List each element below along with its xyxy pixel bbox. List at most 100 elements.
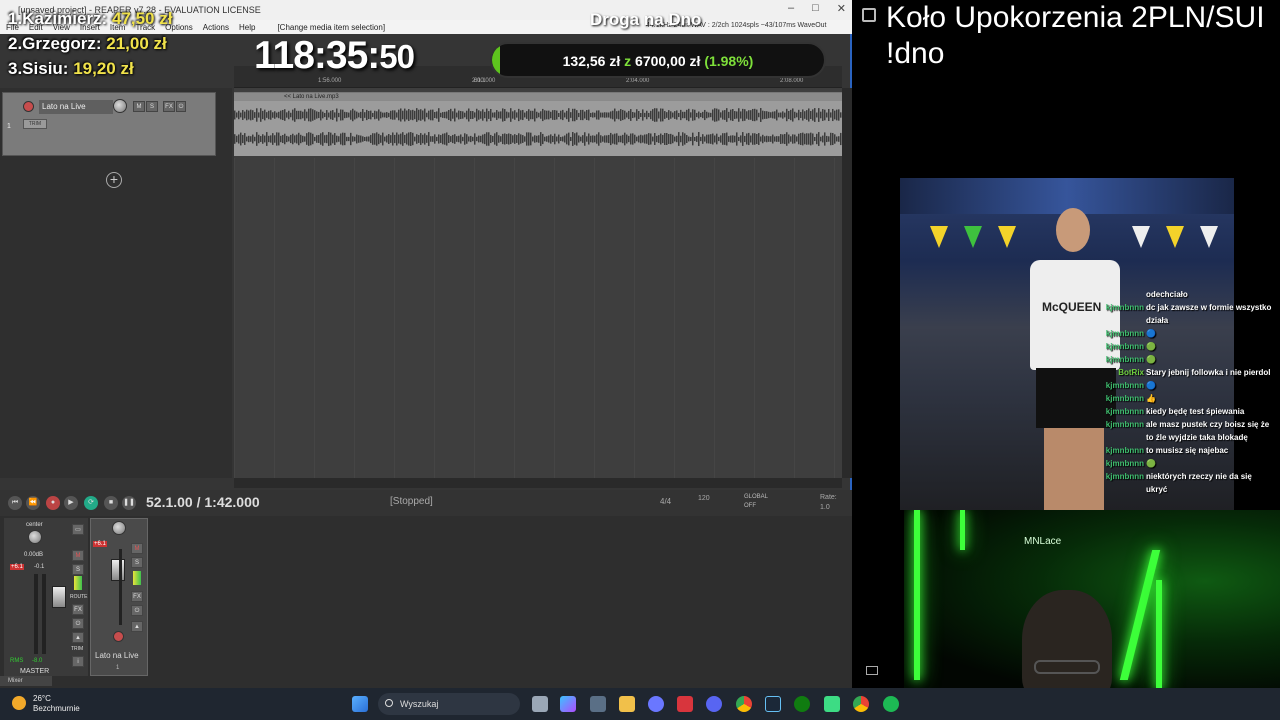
chat-text: 👍: [1146, 394, 1156, 403]
copilot-icon[interactable]: [560, 696, 576, 712]
master-phase-icon[interactable]: [74, 576, 82, 590]
media-item-label: << Lato na Live.mp3: [234, 93, 842, 101]
master-info-button[interactable]: i: [72, 656, 84, 667]
track-pan-knob[interactable]: [112, 521, 126, 535]
track-phase-icon[interactable]: [133, 571, 141, 585]
master-peak: +6.1: [10, 564, 24, 570]
global-automation[interactable]: GLOBAL OFF: [744, 493, 768, 511]
spotify-icon[interactable]: [883, 696, 899, 712]
time-signature[interactable]: 4/4: [660, 497, 671, 506]
record-arm-button[interactable]: [23, 101, 34, 112]
vertical-scrollbar[interactable]: [842, 88, 852, 478]
master-pan-knob[interactable]: [28, 530, 42, 544]
app-l-icon[interactable]: [677, 696, 693, 712]
transport-bar: ⏮ ⏪ ● ▶ ⟳ ■ ❚❚ 52.1.00 / 1:42.000 [Stopp…: [0, 490, 852, 516]
steam-icon[interactable]: [765, 696, 781, 712]
fx-button[interactable]: FX: [163, 101, 175, 112]
chat-text: kiedy będę test śpiewania: [1146, 407, 1245, 416]
store-icon[interactable]: [590, 696, 606, 712]
camera-icon: [866, 666, 878, 675]
track-control-panel: 1 Lato na Live M S FX ⏻ TRIM +: [0, 88, 232, 478]
windows-taskbar: 26°C Bezchmurnie Wyszukaj: [0, 688, 1280, 720]
chat-message: kjmnbnnn 🟢: [1096, 457, 1276, 470]
search-icon: [385, 699, 393, 707]
ruler-tick: 2:08.000: [780, 78, 804, 84]
task-view-icon[interactable]: [532, 696, 548, 712]
obs-icon[interactable]: [648, 696, 664, 712]
ruler-tick: 2:04.000: [626, 78, 650, 84]
chat-text: ale masz pustek czy boisz się że to źle …: [1146, 420, 1270, 442]
track-env-button[interactable]: ▲: [131, 621, 143, 632]
go-to-start-button[interactable]: ⏮: [8, 496, 22, 510]
route-label[interactable]: ROUTE: [70, 594, 88, 600]
track-name-field[interactable]: Lato na Live: [39, 100, 113, 114]
chat-message: kjmnbnnn kiedy będę test śpiewania: [1096, 405, 1276, 418]
chrome-icon[interactable]: [736, 696, 752, 712]
master-pan-label: center: [26, 522, 43, 528]
power-button[interactable]: ⏻: [176, 101, 186, 112]
discord-icon[interactable]: [706, 696, 722, 712]
donation-leaderboard: 1.Kazimierz: 47,50 zł 2.Grzegorz: 21,00 …: [8, 6, 172, 81]
chat-text: dc jak zawsze w formie wszystko działa: [1146, 303, 1272, 325]
arrange-view[interactable]: << Lato na Live.mp3: [234, 88, 842, 478]
track-fx-power[interactable]: ⏻: [131, 605, 143, 616]
master-mute-button[interactable]: M: [72, 550, 84, 561]
master-meter-right: [42, 574, 46, 654]
menu-actions[interactable]: Actions: [203, 23, 229, 32]
media-item[interactable]: << Lato na Live.mp3: [234, 92, 842, 156]
webcam-label: MNLace: [1024, 536, 1062, 547]
mixer-tab[interactable]: Mixer: [0, 676, 52, 686]
menu-help[interactable]: Help: [239, 23, 255, 32]
chat-text: to musisz się najebac: [1146, 446, 1229, 455]
chrome-profile-icon[interactable]: [853, 696, 869, 712]
solo-button[interactable]: S: [146, 101, 158, 112]
track-fader[interactable]: [111, 559, 125, 581]
chat-message: odechciało: [1096, 288, 1276, 301]
loop-button[interactable]: ⟳: [84, 496, 98, 510]
play-button[interactable]: ▶: [64, 496, 78, 510]
mute-button[interactable]: M: [133, 101, 145, 112]
file-explorer-icon[interactable]: [619, 696, 635, 712]
master-fx-power[interactable]: ⏻: [72, 618, 84, 629]
add-track-icon[interactable]: +: [106, 172, 122, 188]
master-env-button[interactable]: ▲: [72, 632, 84, 643]
master-io-button[interactable]: ▭: [72, 524, 84, 535]
pause-button[interactable]: ❚❚: [122, 496, 136, 510]
close-button[interactable]: ✕: [837, 2, 846, 15]
track-rec-arm-button[interactable]: [113, 631, 124, 642]
chat-message: kjmnbnnn 🔵: [1096, 327, 1276, 340]
track-strip: +6.1 M S FX ⏻ ▲ Lato na Live 1: [90, 518, 148, 676]
chat-message: kjmnbnnn 🔵: [1096, 379, 1276, 392]
chat-text: Stary jebnij followka i nie pierdol: [1146, 368, 1271, 377]
trim-button[interactable]: TRIM: [23, 119, 47, 129]
stream-title: Droga na Dno: [590, 10, 702, 29]
master-solo-button[interactable]: S: [72, 564, 84, 575]
playrate[interactable]: Rate: 1.0: [820, 493, 837, 513]
master-trim-label[interactable]: TRIM: [71, 646, 83, 652]
start-menu-icon[interactable]: [352, 696, 368, 712]
master-fader[interactable]: [52, 586, 66, 608]
track-mute-button[interactable]: M: [131, 543, 143, 554]
leaderboard-entry: 3.Sisiu: 19,20 zł: [8, 59, 134, 78]
track-solo-button[interactable]: S: [131, 557, 143, 568]
track-peak: +6.1: [93, 541, 107, 547]
track-header[interactable]: 1 Lato na Live M S FX ⏻ TRIM: [2, 92, 216, 156]
minimize-button[interactable]: –: [788, 2, 794, 15]
chat-message: kjmnbnnn 🟢: [1096, 353, 1276, 366]
game-bar-icon[interactable]: [824, 696, 840, 712]
chat-message: kjmnbnnn dc jak zawsze w formie wszystko …: [1096, 301, 1276, 327]
horizontal-scrollbar[interactable]: [234, 478, 842, 488]
chat-username: kjmnbnnn: [1105, 329, 1144, 338]
bpm[interactable]: 120: [698, 495, 710, 502]
chat-text: 🔵: [1146, 381, 1156, 390]
rewind-button[interactable]: ⏪: [26, 496, 40, 510]
search-box[interactable]: Wyszukaj: [378, 693, 520, 715]
record-button[interactable]: ●: [46, 496, 60, 510]
maximize-button[interactable]: □: [812, 2, 819, 15]
xbox-icon[interactable]: [794, 696, 810, 712]
master-fx-button[interactable]: FX: [72, 604, 84, 615]
transport-state: [Stopped]: [390, 496, 433, 507]
stop-button[interactable]: ■: [104, 496, 118, 510]
track-fx-button[interactable]: FX: [131, 591, 143, 602]
volume-knob[interactable]: [113, 99, 127, 113]
